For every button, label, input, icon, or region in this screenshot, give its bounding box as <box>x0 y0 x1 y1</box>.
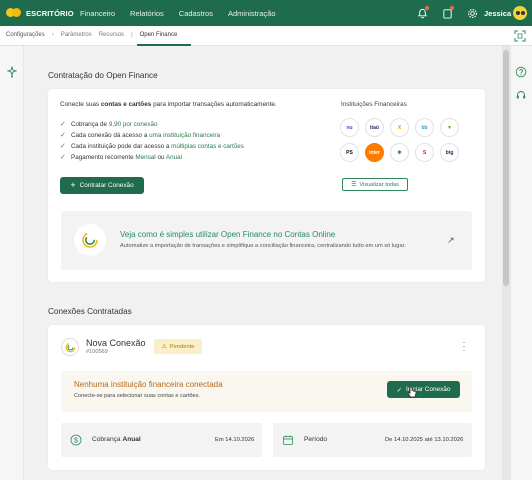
active-tab-indicator <box>137 44 191 46</box>
check-icon: ✓ <box>60 121 66 128</box>
breadcrumb-configuracoes[interactable]: Configurações <box>6 32 45 38</box>
institutions-title: Instituições Financeiras <box>341 101 407 108</box>
institution-logo: ▼ <box>440 118 459 137</box>
institution-logo: itaú <box>365 118 384 137</box>
institution-logo: btg <box>440 143 459 162</box>
nav-administracao[interactable]: Administração <box>228 9 276 18</box>
status-label: Pendente <box>169 343 195 350</box>
help-icon[interactable] <box>515 66 527 78</box>
connection-name: Nova Conexão <box>86 338 146 348</box>
sparkle-icon[interactable] <box>6 65 18 78</box>
warning-icon: ⚠ <box>161 343 167 350</box>
institution-logo: X <box>390 118 409 137</box>
nav-financeiro[interactable]: Financeiro <box>80 9 115 18</box>
breadcrumb-parametros[interactable]: Parâmetros <box>61 32 92 38</box>
dollar-icon: $ <box>70 434 82 446</box>
user-name[interactable]: Jessica <box>484 9 511 18</box>
support-headset-icon[interactable] <box>515 89 527 101</box>
iniciar-conexao-button[interactable]: ✓ Iniciar Conexão <box>387 381 460 398</box>
breadcrumb-open-finance[interactable]: Open Finance <box>140 32 178 38</box>
visualizar-todas-label: Visualizar todas <box>359 181 399 188</box>
bell-settings-icon[interactable] <box>415 6 429 20</box>
top-icons <box>415 6 479 20</box>
check-icon: ✓ <box>60 132 66 139</box>
intro-text: Conecte suas contas e cartões para impor… <box>60 101 277 108</box>
arrow-up-right-icon[interactable]: ↗ <box>447 235 455 246</box>
breadcrumb-recursos[interactable]: Recursos <box>99 32 124 38</box>
feature-item: ✓ Cobrança de 9,90 por conexão <box>60 121 158 128</box>
no-institution-title: Nenhuma instituição financeira conectada <box>74 380 223 389</box>
svg-text:$: $ <box>74 437 78 444</box>
section-title-contratacao: Contratação do Open Finance <box>48 71 158 80</box>
feature-item: ✓ Cada conexão dá acesso a uma instituiçã… <box>60 132 221 139</box>
breadcrumb-bar: Configurações › Parâmetros Recursos | Op… <box>0 26 532 46</box>
mouse-cursor-icon <box>407 386 417 398</box>
scrollbar-thumb[interactable] <box>503 50 509 286</box>
status-badge: ⚠ Pendente <box>154 339 202 354</box>
section-title-conexoes: Conexões Contratadas <box>48 307 132 316</box>
connection-logo-icon <box>61 338 79 356</box>
promo-subtitle: Automatize a importação de transações e … <box>120 243 406 249</box>
calendar-icon <box>282 434 294 446</box>
period-label: Período <box>304 436 328 443</box>
connection-id: #100569 <box>86 349 108 355</box>
check-icon: ✓ <box>60 154 66 161</box>
nav-relatorios[interactable]: Relatórios <box>130 9 164 18</box>
chevron-right-icon: › <box>51 32 54 38</box>
left-rail <box>0 46 24 480</box>
plus-icon: + <box>70 180 76 190</box>
institution-logo: S <box>415 143 434 162</box>
no-institution-subtitle: Conecte-se para selecionar suas contas e… <box>74 393 200 399</box>
divider-icon: | <box>131 32 133 38</box>
top-bar: ESCRITÓRIO Financeiro Relatórios Cadastr… <box>0 0 532 26</box>
breadcrumb: Configurações › Parâmetros Recursos | Op… <box>6 32 177 38</box>
institution-logo: nu <box>340 118 359 137</box>
promo-title: Veja como é simples utilizar Open Financ… <box>120 230 336 239</box>
brand-logo[interactable] <box>6 8 21 18</box>
brand-name[interactable]: ESCRITÓRIO <box>26 9 74 18</box>
open-finance-logo-icon <box>74 224 106 256</box>
billing-info-box: $ Cobrança Anual Em 14.10.2026 <box>61 423 262 457</box>
feature-item: ✓ Cada instituição pode dar acesso a múlt… <box>60 143 244 150</box>
billing-value: Em 14.10.2026 <box>215 437 255 443</box>
institution-logo: ✱ <box>390 143 409 162</box>
contratar-conexao-label: Contratar Conexão <box>79 182 134 189</box>
feature-list: ✓ Cobrança de 9,90 por conexão ✓ Cada cone… <box>60 119 244 163</box>
check-icon: ✓ <box>60 143 66 150</box>
user-avatar[interactable] <box>513 6 527 20</box>
more-options-icon[interactable]: · · · <box>461 338 467 355</box>
list-icon: ☰ <box>351 182 357 188</box>
period-value: De 14.10.2025 até 13.10.2026 <box>385 437 464 443</box>
promo-banner[interactable]: Veja como é simples utilizar Open Financ… <box>61 211 472 270</box>
check-icon: ✓ <box>396 386 402 394</box>
expand-icon[interactable] <box>514 30 526 42</box>
institution-logo: PS <box>340 143 359 162</box>
gear-icon[interactable] <box>465 6 479 20</box>
institution-logo: inter <box>365 143 384 162</box>
right-rail <box>510 46 532 480</box>
visualizar-todas-button[interactable]: ☰ Visualizar todas <box>342 178 408 191</box>
notification-icon[interactable] <box>440 6 454 20</box>
top-nav: Financeiro Relatórios Cadastros Administ… <box>80 9 276 18</box>
institution-logo: bb <box>415 118 434 137</box>
billing-label: Cobrança Anual <box>92 436 141 443</box>
contratar-conexao-button[interactable]: + Contratar Conexão <box>60 177 144 194</box>
nav-cadastros[interactable]: Cadastros <box>179 9 213 18</box>
period-info-box: Período De 14.10.2025 até 13.10.2026 <box>273 423 472 457</box>
feature-item: ✓ Pagamento recorrente Mensal ou Anual <box>60 154 182 161</box>
institutions-grid: nu itaú Xbb ▼ PS inter ✱ Sbtg <box>340 118 459 162</box>
